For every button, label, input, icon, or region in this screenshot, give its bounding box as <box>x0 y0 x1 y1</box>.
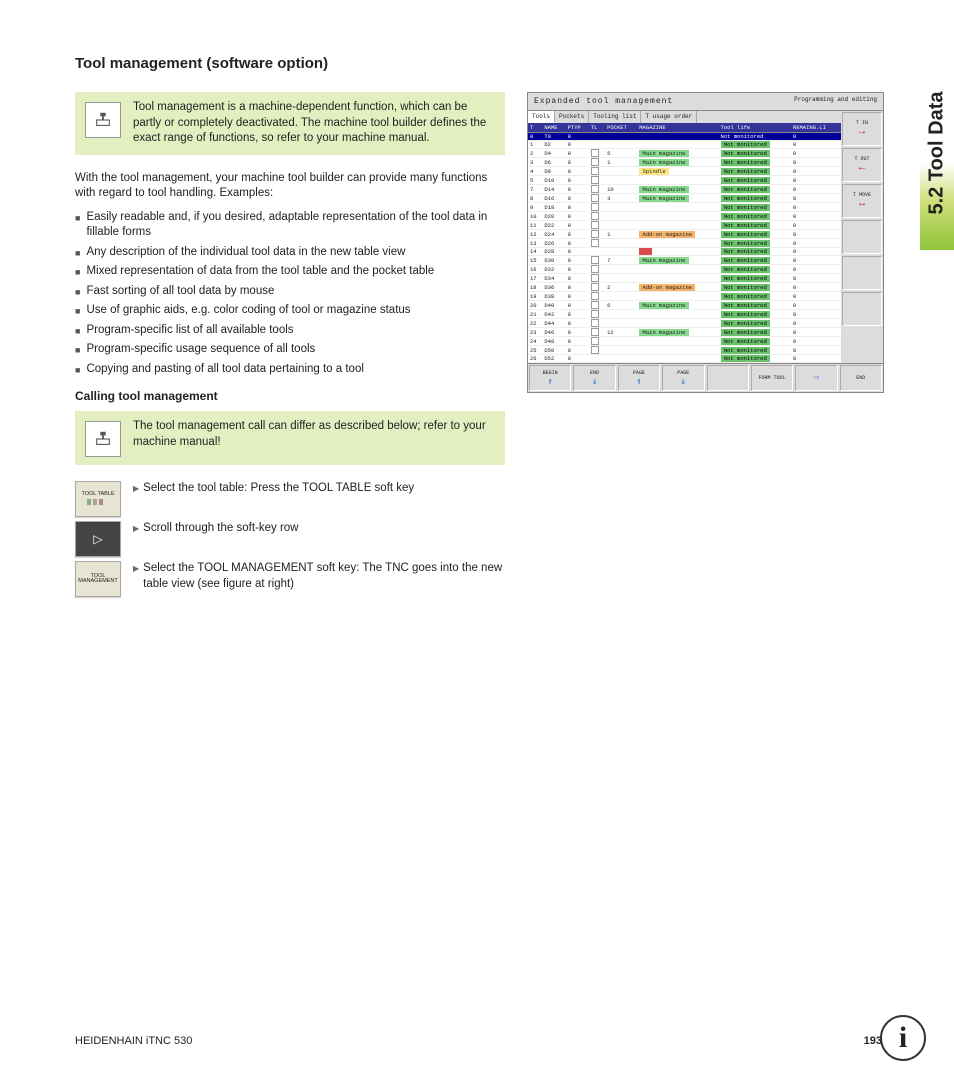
note-box-1: Tool management is a machine-dependent f… <box>75 92 505 155</box>
ss-row[interactable]: 9D180 Not monitored 0 <box>528 203 841 212</box>
ss-row[interactable]: 25D500 Not monitored 0 <box>528 346 841 355</box>
ss-softkey <box>707 365 749 391</box>
ss-row[interactable]: 4D80 Spindle Not monitored 0 <box>528 167 841 176</box>
ss-sidebar: T IN→T OUT←T MOVE↔ <box>841 111 883 363</box>
key-scroll-right[interactable]: ▷ <box>75 521 121 557</box>
bullet-0: Easily readable and, if you desired, ada… <box>86 210 505 241</box>
softkey-tool-management[interactable]: TOOL MANAGEMENT <box>75 561 121 597</box>
machine-icon <box>85 102 121 138</box>
ss-softkey[interactable]: PAGE⇑ <box>618 365 660 391</box>
machine-icon <box>85 421 121 457</box>
ss-side-btn[interactable]: T IN→ <box>842 112 882 146</box>
note-box-2: The tool management call can differ as d… <box>75 411 505 465</box>
ss-col-header: POCKET <box>605 123 637 133</box>
ss-tab-2[interactable]: Tooling list <box>589 111 641 123</box>
ss-softkey[interactable]: BEGIN⇑ <box>529 365 571 391</box>
note-text-1: Tool management is a machine-dependent f… <box>133 100 495 147</box>
screenshot-figure: Expanded tool management Programming and… <box>527 92 884 393</box>
ss-row[interactable]: 17D340 Not monitored 0 <box>528 274 841 283</box>
ss-row[interactable]: 18D3602 Add-on magazine Not monitored 0 <box>528 283 841 292</box>
feature-list: Easily readable and, if you desired, ada… <box>75 210 505 378</box>
ss-col-header: MAGAZINE <box>637 123 718 133</box>
ss-softkey[interactable]: END <box>840 365 882 391</box>
step-2: Scroll through the soft-key row <box>133 521 298 557</box>
ss-title: Expanded tool management <box>534 97 673 106</box>
info-icon: i <box>880 1015 926 1061</box>
ss-tab-0[interactable]: Tools <box>528 111 555 123</box>
step-3: Select the TOOL MANAGEMENT soft key: The… <box>133 561 505 597</box>
page-heading: Tool management (software option) <box>75 55 882 72</box>
ss-side-btn <box>842 256 882 290</box>
ss-mode: Programming and editing <box>794 97 877 106</box>
bullet-5: Program-specific list of all available t… <box>86 323 293 339</box>
ss-col-header: PTYP <box>566 123 589 133</box>
ss-row[interactable]: 16D320 Not monitored 0 <box>528 265 841 274</box>
ss-softkeys: BEGIN⇑END⇓PAGE⇑PAGE⇓ FORM TOOL⇨END <box>528 363 883 392</box>
arrow-right-icon: ▷ <box>93 533 102 545</box>
ss-col-header: Tool life <box>719 123 791 133</box>
ss-row[interactable]: 21D420 Not monitored 0 <box>528 310 841 319</box>
ss-row[interactable]: 23D46012 Main magazine Not monitored 0 <box>528 328 841 337</box>
ss-col-header: NAME <box>542 123 565 133</box>
ss-table: TNAMEPTYPTLPOCKETMAGAZINETool lifeREMAIN… <box>528 123 841 363</box>
intro-para: With the tool management, your machine t… <box>75 171 505 202</box>
ss-tab-1[interactable]: Pockets <box>555 111 589 123</box>
ss-side-btn[interactable]: T MOVE↔ <box>842 184 882 218</box>
ss-row[interactable]: 11D220 Not monitored 0 <box>528 221 841 230</box>
bullet-3: Fast sorting of all tool data by mouse <box>86 284 274 300</box>
ss-tabs: Tools Pockets Tooling list T usage order <box>528 111 841 123</box>
ss-row[interactable]: 14D280 Not monitored 0 <box>528 248 841 256</box>
ss-side-btn <box>842 292 882 326</box>
softkey-tool-table[interactable]: TOOL TABLE <box>75 481 121 517</box>
ss-row[interactable]: 1D20 Not monitored 0 <box>528 141 841 149</box>
ss-row[interactable]: 19D380 Not monitored 0 <box>528 292 841 301</box>
bullet-2: Mixed representation of data from the to… <box>86 264 434 280</box>
ss-row[interactable]: 24D480 Not monitored 0 <box>528 337 841 346</box>
bullet-6: Program-specific usage sequence of all t… <box>86 342 315 358</box>
step-1: Select the tool table: Press the TOOL TA… <box>133 481 414 517</box>
ss-row[interactable]: 15D3007 Main magazine Not monitored 0 <box>528 256 841 265</box>
ss-row[interactable]: 5D100 Not monitored 0 <box>528 176 841 185</box>
ss-row[interactable]: 26D520 Not monitored 0 <box>528 355 841 363</box>
sub-heading: Calling tool management <box>75 389 505 403</box>
ss-row[interactable]: 8D1603 Main magazine Not monitored 0 <box>528 194 841 203</box>
ss-side-btn[interactable]: T OUT← <box>842 148 882 182</box>
ss-side-btn <box>842 220 882 254</box>
ss-row[interactable]: 12D2401 Add-on magazine Not monitored 0 <box>528 230 841 239</box>
side-tab-label: 5.2 Tool Data <box>926 91 949 214</box>
ss-row[interactable]: 7D14010 Main magazine Not monitored 0 <box>528 185 841 194</box>
ss-row[interactable]: 13D260 Not monitored 0 <box>528 239 841 248</box>
ss-col-header: T <box>528 123 542 133</box>
ss-softkey[interactable]: ⇨ <box>795 365 837 391</box>
bullet-1: Any description of the individual tool d… <box>86 245 405 261</box>
softkey-label: TOOL MANAGEMENT <box>78 574 118 585</box>
ss-row[interactable]: 20D4006 Main magazine Not monitored 0 <box>528 301 841 310</box>
ss-row[interactable]: 3D601 Main magazine Not monitored 0 <box>528 158 841 167</box>
tool-icons <box>86 498 110 506</box>
ss-row[interactable]: 22D440 Not monitored 0 <box>528 319 841 328</box>
ss-softkey[interactable]: PAGE⇓ <box>662 365 704 391</box>
bullet-4: Use of graphic aids, e.g. color coding o… <box>86 303 410 319</box>
ss-softkey[interactable]: END⇓ <box>573 365 615 391</box>
ss-row[interactable]: 10D200 Not monitored 0 <box>528 212 841 221</box>
bullet-7: Copying and pasting of all tool data per… <box>86 362 363 378</box>
ss-col-header: REMAING.LI <box>791 123 841 133</box>
footer-product: HEIDENHAIN iTNC 530 <box>75 1035 192 1047</box>
ss-col-header: TL <box>589 123 605 133</box>
side-tab: 5.2 Tool Data <box>920 55 954 250</box>
ss-softkey[interactable]: FORM TOOL <box>751 365 793 391</box>
note-text-2: The tool management call can differ as d… <box>133 419 495 457</box>
ss-tab-3[interactable]: T usage order <box>641 111 697 123</box>
ss-row[interactable]: 0T00Not monitored0 <box>528 133 841 141</box>
ss-row[interactable]: 2D405 Main magazine Not monitored 0 <box>528 149 841 158</box>
